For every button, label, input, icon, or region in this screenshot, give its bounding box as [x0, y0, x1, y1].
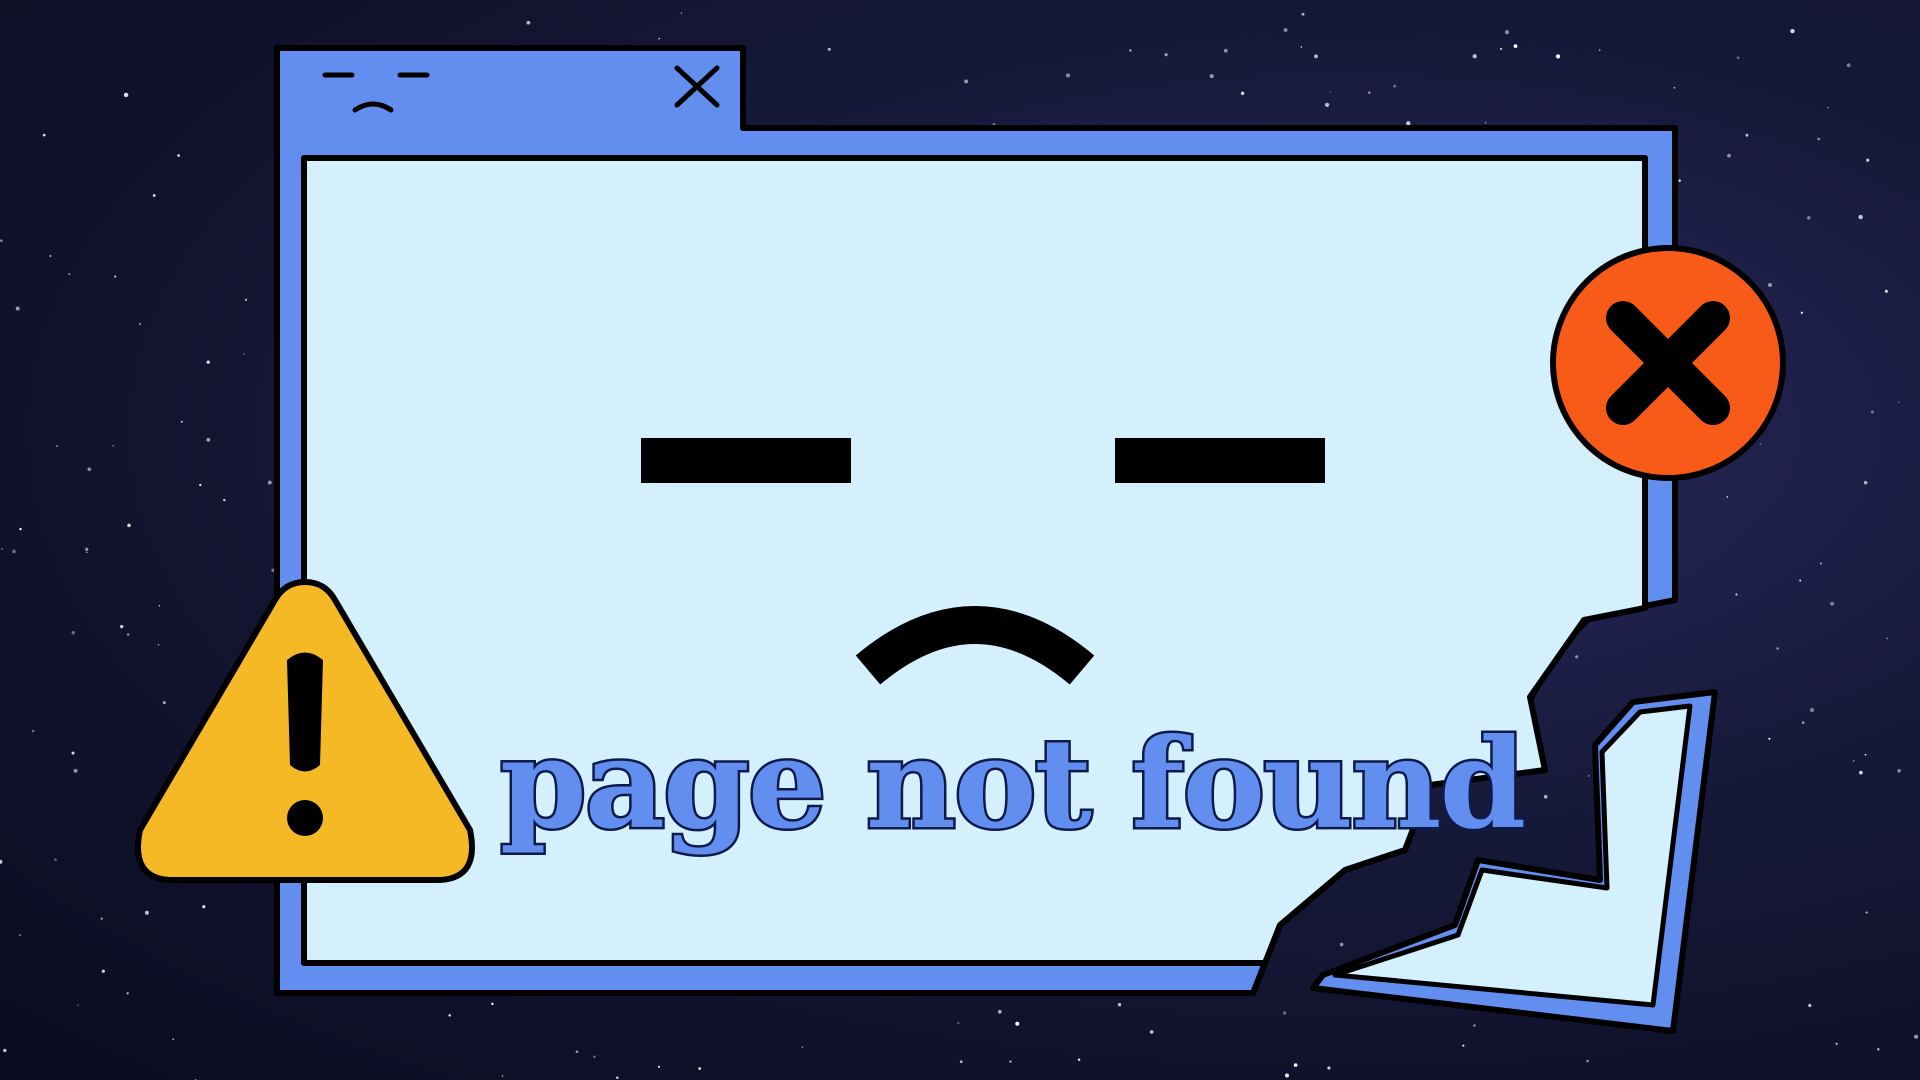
page-not-found-message: page not found: [498, 710, 1529, 860]
error-illustration: page not found: [0, 12, 1919, 1080]
